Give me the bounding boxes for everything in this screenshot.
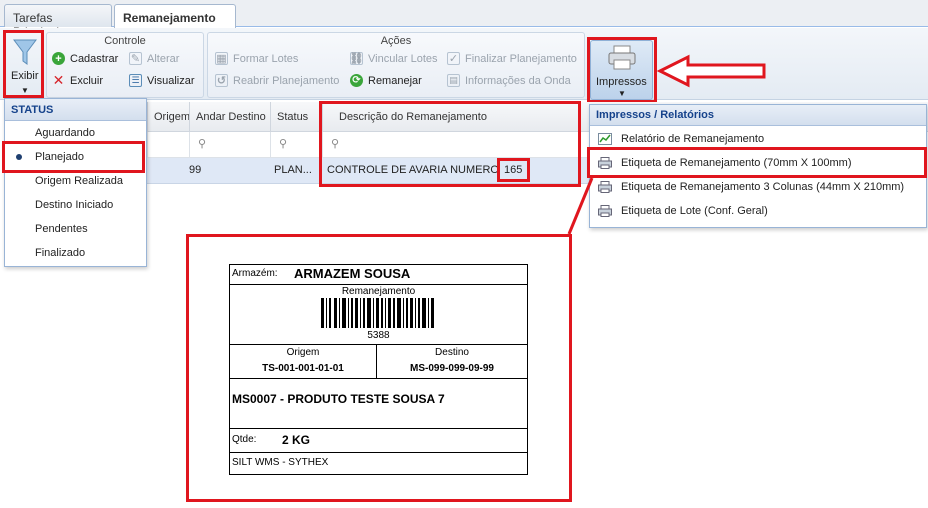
vincular-lotes-button[interactable]: ⛓ Vincular Lotes bbox=[350, 52, 438, 65]
info-grid-icon: ▤ bbox=[447, 74, 460, 87]
label-footer: SILT WMS - SYTHEX bbox=[232, 456, 328, 468]
vincular-lotes-label: Vincular Lotes bbox=[368, 52, 438, 65]
column-header-andar-destino[interactable]: Andar Destino bbox=[189, 102, 270, 132]
finish-icon: ✓ bbox=[447, 52, 460, 65]
formar-lotes-label: Formar Lotes bbox=[233, 52, 299, 65]
barcode-number: 5388 bbox=[367, 330, 390, 341]
finalizar-planejamento-button[interactable]: ✓ Finalizar Planejamento bbox=[447, 52, 577, 65]
barcode-icon bbox=[321, 298, 434, 328]
status-item-pendentes[interactable]: Pendentes bbox=[35, 223, 88, 235]
destino-label: Destino bbox=[435, 347, 469, 358]
highlight-etiqueta-remanejamento bbox=[587, 147, 927, 178]
refresh-icon: ⟳ bbox=[350, 74, 363, 87]
label-row-origem-destino: Origem TS-001-001-01-01 Destino MS-099-0… bbox=[230, 345, 527, 379]
add-icon: + bbox=[52, 52, 65, 65]
column-header-status[interactable]: Status bbox=[270, 102, 322, 132]
alterar-button[interactable]: ✎ Alterar bbox=[129, 52, 179, 65]
destino-value: MS-099-099-09-99 bbox=[410, 363, 494, 374]
printer-icon bbox=[598, 181, 612, 193]
label-row-produto: MS0007 - PRODUTO TESTE SOUSA 7 bbox=[230, 379, 527, 429]
link-icon: ⛓ bbox=[349, 52, 364, 65]
reabrir-planejamento-label: Reabrir Planejamento bbox=[233, 74, 340, 87]
cadastrar-button[interactable]: + Cadastrar bbox=[52, 52, 118, 65]
report-item-etiqueta-lote[interactable]: Etiqueta de Lote (Conf. Geral) bbox=[621, 205, 768, 217]
reabrir-planejamento-button[interactable]: ↺ Reabrir Planejamento bbox=[215, 74, 339, 87]
form-lot-icon: ▦ bbox=[215, 52, 228, 65]
armazem-value: ARMAZEM SOUSA bbox=[294, 266, 411, 281]
label-row-barcode: Remanejamento 5388 bbox=[230, 285, 527, 345]
informacoes-onda-button[interactable]: ▤ Informações da Onda bbox=[447, 74, 571, 87]
filter-status[interactable]: ⚲ bbox=[270, 132, 322, 158]
remanejar-label: Remanejar bbox=[368, 74, 422, 87]
visualizar-button[interactable]: ☰ Visualizar bbox=[129, 74, 195, 87]
footer-text: SILT WMS - SYTHEX bbox=[232, 457, 329, 468]
view-list-icon: ☰ bbox=[129, 74, 142, 87]
origem-value: TS-001-001-01-01 bbox=[262, 363, 344, 374]
group-controle-title: Controle bbox=[104, 35, 146, 47]
visualizar-label: Visualizar bbox=[147, 74, 195, 87]
tab-tarefas-principais[interactable]: Tarefas Principais bbox=[4, 4, 112, 39]
highlight-descricao-column bbox=[319, 101, 581, 187]
cell-status: PLAN... bbox=[274, 164, 312, 176]
highlight-numero bbox=[497, 158, 530, 182]
cadastrar-label: Cadastrar bbox=[70, 52, 119, 65]
search-icon: ⚲ bbox=[279, 138, 288, 150]
excluir-label: Excluir bbox=[70, 74, 104, 87]
informacoes-onda-label: Informações da Onda bbox=[465, 74, 571, 87]
barcode-title: Remanejamento bbox=[341, 286, 416, 297]
report-item-relatorio[interactable]: Relatório de Remanejamento bbox=[621, 133, 764, 145]
status-item-destino-iniciado[interactable]: Destino Iniciado bbox=[35, 199, 113, 211]
highlight-planejado bbox=[2, 141, 145, 173]
report-item-etiqueta-3-colunas[interactable]: Etiqueta de Remanejamento 3 Colunas (44m… bbox=[621, 181, 904, 193]
filter-origem[interactable] bbox=[147, 132, 189, 158]
produto-value: MS0007 - PRODUTO TESTE SOUSA 7 bbox=[232, 392, 445, 406]
delete-icon: ✕ bbox=[52, 72, 65, 88]
group-controle: Controle bbox=[46, 32, 204, 98]
highlight-exibir bbox=[3, 30, 44, 98]
printer-icon bbox=[598, 205, 612, 217]
finalizar-planejamento-label: Finalizar Planejamento bbox=[465, 52, 577, 65]
connector-line bbox=[567, 177, 594, 235]
label-row-armazem: Armazém: ARMAZEM SOUSA bbox=[230, 265, 527, 285]
tab-remanejamento[interactable]: Remanejamento× bbox=[114, 4, 236, 38]
status-menu: STATUS Aguardando Planejado Origem Reali… bbox=[4, 98, 147, 267]
status-item-aguardando[interactable]: Aguardando bbox=[35, 127, 95, 139]
arrow-left-icon bbox=[656, 54, 766, 88]
remanejar-button[interactable]: ⟳ Remanejar bbox=[350, 74, 422, 87]
status-menu-title: STATUS bbox=[5, 99, 146, 121]
formar-lotes-button[interactable]: ▦ Formar Lotes bbox=[215, 52, 298, 65]
excluir-button[interactable]: ✕ Excluir bbox=[52, 72, 104, 88]
qtde-label: Qtde: bbox=[232, 434, 257, 445]
alterar-label: Alterar bbox=[147, 52, 180, 65]
group-acoes-title: Ações bbox=[380, 35, 412, 47]
highlight-impressos bbox=[587, 37, 657, 103]
reopen-icon: ↺ bbox=[215, 74, 228, 87]
reports-menu-title: Impressos / Relatórios bbox=[590, 105, 926, 126]
label-row-qtde: Qtde: 2 KG bbox=[230, 429, 527, 453]
label-preview: Armazém: ARMAZEM SOUSA Remanejamento 538… bbox=[229, 264, 528, 475]
origem-label: Origem bbox=[286, 347, 320, 358]
tab-label: Remanejamento bbox=[123, 11, 216, 25]
chart-icon bbox=[598, 133, 612, 145]
armazem-label: Armazém: bbox=[232, 268, 278, 279]
status-item-origem-realizada[interactable]: Origem Realizada bbox=[35, 175, 123, 187]
group-acoes: Ações bbox=[207, 32, 585, 98]
filter-andar-destino[interactable]: ⚲ bbox=[189, 132, 270, 158]
qtde-value: 2 KG bbox=[282, 433, 311, 447]
status-item-finalizado[interactable]: Finalizado bbox=[35, 247, 85, 259]
search-icon: ⚲ bbox=[198, 138, 207, 150]
column-header-origem[interactable]: Origem bbox=[147, 102, 190, 132]
edit-icon: ✎ bbox=[129, 52, 142, 65]
cell-andar-destino: 99 bbox=[189, 164, 202, 176]
